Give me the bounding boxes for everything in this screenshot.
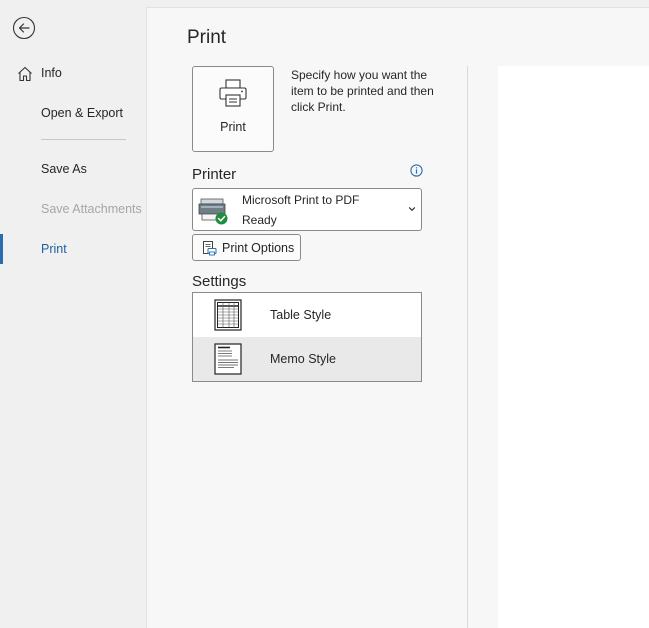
- style-item-label: Memo Style: [270, 352, 336, 366]
- sidebar-item-label: Open & Export: [41, 106, 123, 120]
- sidebar-item-open-export[interactable]: Open & Export: [0, 101, 146, 125]
- printer-section-label: Printer: [192, 166, 237, 183]
- backstage-sidebar: Info Open & Export Save As Save Attachme…: [0, 0, 146, 628]
- home-icon: [18, 66, 32, 82]
- print-options-button[interactable]: Print Options: [192, 234, 301, 261]
- chevron-down-icon: [408, 207, 416, 211]
- style-item-table[interactable]: Table Style: [193, 293, 421, 337]
- back-button[interactable]: [12, 16, 36, 40]
- sidebar-item-info[interactable]: Info: [0, 61, 146, 85]
- print-backstage: Info Open & Export Save As Save Attachme…: [0, 0, 649, 628]
- info-icon[interactable]: [410, 164, 423, 177]
- print-button[interactable]: Print: [192, 66, 274, 152]
- memo-style-icon: [214, 343, 242, 375]
- printer-status: Ready: [242, 213, 277, 227]
- printer-dropdown[interactable]: Microsoft Print to PDF Ready: [192, 188, 422, 231]
- sidebar-item-label: Print: [41, 242, 67, 256]
- settings-section-label: Settings: [192, 273, 247, 290]
- printer-icon: [219, 79, 247, 107]
- sidebar-divider: [41, 139, 126, 140]
- table-style-icon: [214, 299, 242, 331]
- print-style-list: Table Style Memo Style: [192, 292, 422, 382]
- print-options-label: Print Options: [222, 241, 295, 255]
- preview-divider: [467, 66, 468, 628]
- sidebar-item-label: Save Attachments: [41, 202, 142, 216]
- style-item-label: Table Style: [270, 308, 332, 322]
- sidebar-item-label: Save As: [41, 162, 87, 176]
- print-options-icon: [203, 241, 217, 256]
- page-title: Print: [187, 27, 227, 48]
- sidebar-item-print[interactable]: Print: [0, 234, 146, 264]
- sidebar-item-save-attachments: Save Attachments: [0, 197, 146, 221]
- back-arrow-icon: [12, 16, 36, 40]
- style-item-memo[interactable]: Memo Style: [193, 337, 421, 381]
- printer-name: Microsoft Print to PDF: [242, 193, 360, 207]
- print-description: Specify how you want the item to be prin…: [291, 68, 434, 114]
- print-panel: Print Print Specify how you want the ite…: [146, 7, 649, 628]
- sidebar-item-save-as[interactable]: Save As: [0, 157, 146, 181]
- print-button-label: Print: [220, 120, 246, 134]
- print-preview: [498, 66, 649, 628]
- printer-ready-icon: [198, 198, 228, 225]
- sidebar-item-label: Info: [41, 66, 62, 80]
